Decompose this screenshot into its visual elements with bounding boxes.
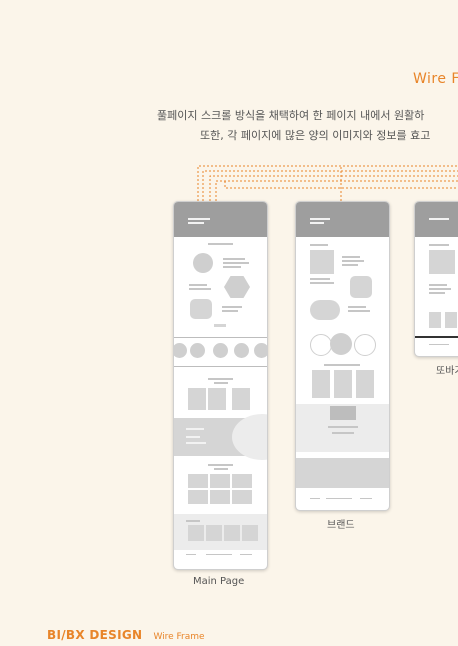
wireframe-product-page[interactable] (414, 201, 458, 357)
footer-brand: BI/BX DESIGN (47, 628, 143, 642)
hero-banner (174, 202, 267, 237)
footer: BI/BX DESIGN Wire Frame (47, 624, 205, 643)
section-title: Wire F (413, 71, 458, 87)
description-line-1: 풀페이지 스크롤 방식을 채택하여 한 페이지 내에서 원활하 (157, 109, 425, 122)
wireframe-main-page[interactable] (173, 201, 268, 570)
frame-caption-brand: 브랜드 (327, 520, 355, 531)
frame-caption-main-page: Main Page (193, 576, 245, 587)
hero-banner (415, 202, 458, 237)
wireframe-brand-page[interactable] (295, 201, 390, 511)
footer-section: Wire Frame (153, 632, 205, 642)
description-line-2: 또한, 각 페이지에 많은 양의 이미지와 정보를 효고 (200, 129, 431, 142)
hero-banner (296, 202, 389, 237)
frame-caption-product: 또바기 (436, 366, 458, 377)
